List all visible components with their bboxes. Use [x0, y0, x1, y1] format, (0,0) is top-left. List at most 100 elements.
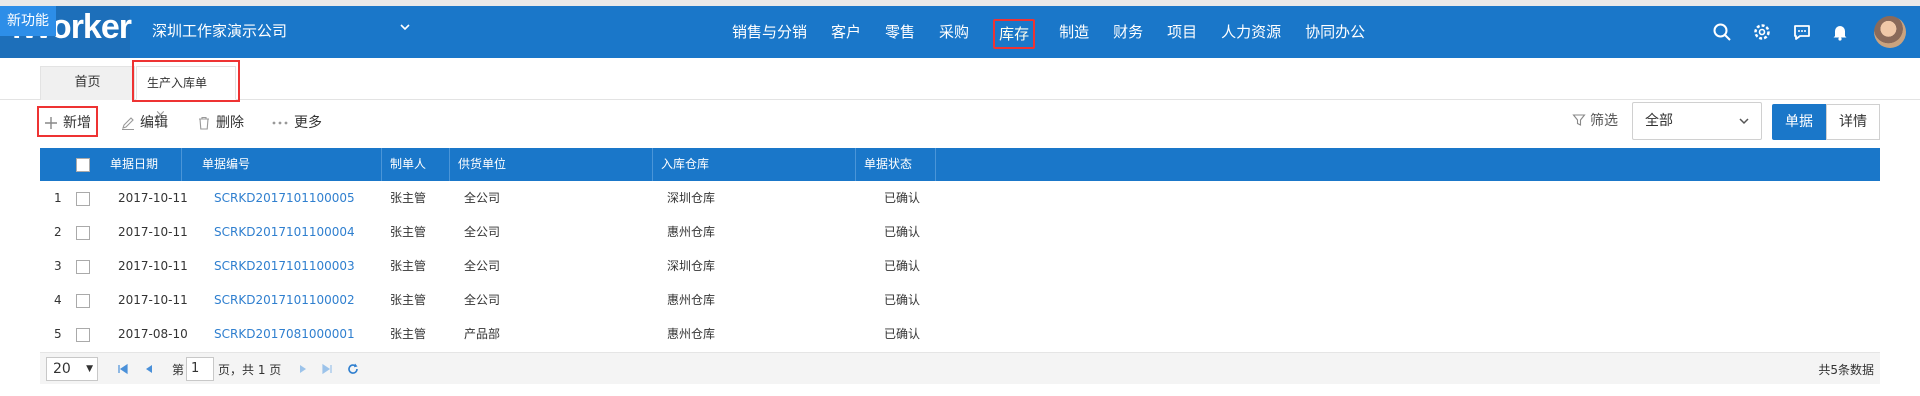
table-row[interactable]: 3 2017-10-11 SCRKD2017101100003 张主管 全公司 … — [40, 249, 1880, 283]
cell-supplier: 全公司 — [464, 293, 501, 307]
cell-status: 已确认 — [884, 327, 921, 341]
page-number-input[interactable]: 1 — [186, 357, 214, 381]
cell-maker: 张主管 — [390, 259, 427, 273]
cell-code-link[interactable]: SCRKD2017081000001 — [206, 317, 355, 351]
nav-retail[interactable]: 零售 — [873, 6, 927, 58]
cell-supplier: 全公司 — [464, 225, 501, 239]
chat-icon[interactable] — [1792, 22, 1812, 42]
row-checkbox[interactable] — [76, 225, 90, 240]
cell-supplier: 全公司 — [464, 259, 501, 273]
table-row[interactable]: 5 2017-08-10 SCRKD2017081000001 张主管 产品部 … — [40, 317, 1880, 351]
cell-date: 2017-10-11 — [118, 225, 188, 239]
cell-code-link[interactable]: SCRKD2017101100005 — [206, 181, 355, 215]
filter-button[interactable]: 筛选 — [1572, 110, 1618, 130]
nav-finance[interactable]: 财务 — [1101, 6, 1155, 58]
prev-page-icon[interactable] — [142, 362, 156, 376]
bell-icon[interactable] — [1830, 22, 1850, 42]
table-row[interactable]: 1 2017-10-11 SCRKD2017101100005 张主管 全公司 … — [40, 181, 1880, 215]
avatar[interactable] — [1874, 16, 1906, 48]
col-header-supplier[interactable]: 供货单位 — [450, 148, 653, 181]
more-button[interactable]: 更多 — [271, 112, 322, 134]
page-size-select[interactable]: 20 ▼ — [46, 357, 98, 381]
company-name[interactable]: 深圳工作家演示公司 — [152, 20, 287, 41]
cell-maker: 张主管 — [390, 293, 427, 307]
col-header-maker[interactable]: 制单人 — [382, 148, 450, 181]
cell-maker: 张主管 — [390, 327, 427, 341]
funnel-icon — [1572, 114, 1586, 126]
view-detail-button[interactable]: 详情 — [1826, 104, 1880, 140]
next-page-icon[interactable] — [296, 362, 310, 376]
page-count-label: 页，共 1 页 — [218, 363, 282, 377]
grid-body: 1 2017-10-11 SCRKD2017101100005 张主管 全公司 … — [40, 181, 1880, 351]
cell-warehouse: 深圳仓库 — [667, 259, 716, 273]
chevron-down-icon[interactable] — [398, 20, 412, 34]
col-header-warehouse[interactable]: 入库仓库 — [653, 148, 856, 181]
view-document-button[interactable]: 单据 — [1772, 104, 1826, 140]
tab-home[interactable]: 首页 — [40, 66, 135, 100]
cell-status: 已确认 — [884, 191, 921, 205]
row-checkbox[interactable] — [76, 259, 90, 274]
row-number: 2 — [54, 225, 62, 239]
total-count: 共5条数据 — [1818, 363, 1874, 377]
delete-button[interactable]: 删除 — [197, 112, 244, 134]
nav-purchase[interactable]: 采购 — [927, 6, 981, 58]
cell-warehouse: 惠州仓库 — [667, 327, 716, 341]
add-button[interactable]: 新增 — [44, 112, 91, 134]
cell-code-link[interactable]: SCRKD2017101100003 — [206, 249, 355, 283]
nav-inventory[interactable]: 库存 — [981, 6, 1047, 58]
refresh-icon[interactable] — [346, 362, 360, 376]
cell-supplier: 产品部 — [464, 327, 501, 341]
new-feature-badge[interactable]: 新功能 — [0, 6, 56, 36]
row-number: 1 — [54, 191, 62, 205]
col-header-status[interactable]: 单据状态 — [856, 148, 936, 181]
cell-warehouse: 惠州仓库 — [667, 293, 716, 307]
logo[interactable]: iWorker 新功能 — [0, 6, 132, 58]
nav-customer[interactable]: 客户 — [819, 6, 873, 58]
cell-status: 已确认 — [884, 259, 921, 273]
row-checkbox[interactable] — [76, 293, 90, 308]
edit-button[interactable]: 编辑 — [121, 112, 168, 134]
nav-sales[interactable]: 销售与分销 — [720, 6, 819, 58]
chevron-down-icon — [1739, 118, 1749, 125]
table-row[interactable]: 2 2017-10-11 SCRKD2017101100004 张主管 全公司 … — [40, 215, 1880, 249]
tab-label: 生产入库单 — [147, 76, 208, 90]
search-icon[interactable] — [1712, 22, 1732, 42]
row-checkbox-cell — [68, 215, 90, 249]
row-checkbox-cell — [68, 317, 90, 351]
nav-manufacturing[interactable]: 制造 — [1047, 6, 1101, 58]
cell-code-link[interactable]: SCRKD2017101100002 — [206, 283, 355, 317]
cell-status: 已确认 — [884, 293, 921, 307]
trash-icon — [199, 116, 209, 130]
cell-code-link[interactable]: SCRKD2017101100004 — [206, 215, 355, 249]
cell-warehouse: 深圳仓库 — [667, 191, 716, 205]
cell-maker: 张主管 — [390, 191, 427, 205]
col-header-code[interactable]: 单据编号 — [194, 148, 382, 181]
cell-date: 2017-08-10 — [118, 327, 188, 341]
row-checkbox[interactable] — [76, 327, 90, 342]
cell-warehouse: 惠州仓库 — [667, 225, 716, 239]
last-page-icon[interactable] — [320, 362, 334, 376]
cell-date: 2017-10-11 — [118, 191, 188, 205]
row-checkbox[interactable] — [76, 191, 90, 206]
nav-hr[interactable]: 人力资源 — [1209, 6, 1293, 58]
table-row[interactable]: 4 2017-10-11 SCRKD2017101100002 张主管 全公司 … — [40, 283, 1880, 317]
row-checkbox-cell — [68, 181, 90, 215]
filter-select[interactable]: 全部 — [1632, 102, 1762, 140]
cell-date: 2017-10-11 — [118, 259, 188, 273]
top-navbar: iWorker 新功能 深圳工作家演示公司 销售与分销 客户 零售 采购 库存 … — [0, 6, 1920, 58]
first-page-icon[interactable] — [116, 362, 130, 376]
select-all-checkbox[interactable] — [76, 157, 90, 172]
caret-down-icon: ▼ — [86, 364, 93, 374]
tab-production-receipt[interactable]: 生产入库单× — [136, 66, 236, 123]
page-label: 第 — [172, 363, 185, 377]
col-header-date[interactable]: 单据日期 — [102, 148, 182, 181]
gear-icon[interactable] — [1752, 22, 1772, 42]
nav-project[interactable]: 项目 — [1155, 6, 1209, 58]
main-nav: 销售与分销 客户 零售 采购 库存 制造 财务 项目 人力资源 协同办公 — [720, 6, 1377, 58]
data-grid: 单据日期 单据编号 制单人 供货单位 入库仓库 单据状态 1 2017-10-1… — [40, 148, 1880, 351]
row-number: 5 — [54, 327, 62, 341]
row-checkbox-cell — [68, 249, 90, 283]
nav-collaboration[interactable]: 协同办公 — [1293, 6, 1377, 58]
row-checkbox-cell — [68, 283, 90, 317]
row-number: 3 — [54, 259, 62, 273]
